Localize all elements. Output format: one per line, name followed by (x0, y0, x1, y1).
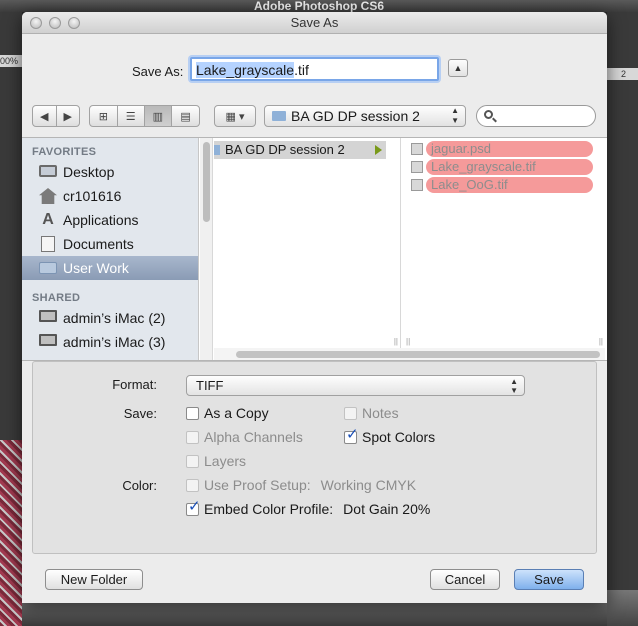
dialog-title-bar: Save As (22, 12, 607, 34)
scrollbar-thumb[interactable] (236, 351, 600, 358)
dialog-title: Save As (290, 15, 339, 30)
documents-icon (41, 236, 55, 252)
collapse-dialog-button[interactable]: ▲ (448, 59, 468, 77)
embed-color-profile-checkbox[interactable]: ✓ Embed Color Profile: Dot Gain 20% (186, 498, 431, 517)
proof-setup-value: Working CMYK (320, 477, 417, 493)
checkmark-icon: ✓ (188, 498, 201, 515)
file-item[interactable]: jaguar.psd (407, 141, 595, 157)
close-window-button[interactable] (30, 17, 42, 29)
ruler-right: 2 (607, 68, 638, 80)
scrollbar-thumb[interactable] (203, 142, 210, 222)
column-view-button[interactable]: ▥ (144, 106, 173, 126)
applications-icon: A (42, 211, 54, 228)
ruler-left: 00% (0, 55, 22, 67)
zoom-window-button[interactable] (68, 17, 80, 29)
filename-selected-text: Lake_grayscale (196, 62, 295, 78)
tif-file-icon (411, 161, 423, 173)
color-label: Color: (122, 478, 157, 493)
forward-button[interactable]: ▶ (57, 106, 80, 126)
back-forward-group: ◀ ▶ (32, 105, 80, 127)
desktop-icon (39, 165, 57, 177)
color-profile-value: Dot Gain 20% (343, 501, 431, 517)
file-item[interactable]: Lake_grayscale.tif (407, 159, 595, 175)
imac-icon (39, 310, 57, 322)
shared-heading: SHARED (32, 292, 81, 304)
save-label: Save: (123, 406, 157, 421)
list-view-button[interactable]: ☰ (118, 106, 145, 126)
canvas-image-left (0, 440, 22, 626)
spot-colors-checkbox[interactable]: ✓ Spot Colors (344, 426, 435, 445)
current-folder-label: BA GD DP session 2 (291, 108, 420, 124)
photoshop-title-bar: Adobe Photoshop CS6 (0, 0, 638, 12)
column-resize-handle[interactable]: || (394, 337, 398, 346)
arrange-button[interactable]: ▦ ▾ (215, 106, 255, 126)
sidebar-item-desktop[interactable]: Desktop (22, 160, 198, 184)
imac-icon (39, 334, 57, 346)
format-label: Format: (112, 377, 157, 392)
use-proof-setup-checkbox[interactable]: Use Proof Setup: Working CMYK (186, 477, 416, 493)
alpha-channels-checkbox[interactable]: Alpha Channels (186, 429, 303, 445)
cancel-button[interactable]: Cancel (430, 569, 500, 590)
sidebar-item-applications[interactable]: A Applications (22, 208, 198, 232)
sidebar-item-user-work[interactable]: User Work (22, 256, 198, 280)
filename-extension: .tif (294, 62, 309, 78)
minimize-window-button[interactable] (49, 17, 61, 29)
back-button[interactable]: ◀ (33, 106, 57, 126)
folder-icon (272, 111, 286, 121)
save-options-panel: Format: TIFF ▲ ▼ Save: As a Copy Notes Al… (32, 361, 597, 554)
notes-checkbox[interactable]: Notes (344, 405, 399, 421)
horizontal-scrollbar[interactable] (214, 348, 605, 360)
file-browser: FAVORITES Desktop cr101616 A Applications… (22, 137, 607, 361)
checkmark-icon: ✓ (346, 426, 359, 443)
sidebar: FAVORITES Desktop cr101616 A Applications… (22, 138, 199, 360)
favorites-heading: FAVORITES (32, 146, 97, 158)
folder-path-popup[interactable]: BA GD DP session 2 ▲ ▼ (264, 105, 466, 127)
column-resize-handle[interactable]: || (599, 337, 603, 346)
column-resize-handle[interactable]: || (406, 337, 410, 346)
new-folder-button[interactable]: New Folder (45, 569, 143, 590)
sidebar-item-home[interactable]: cr101616 (22, 184, 198, 208)
sidebar-scrollbar[interactable] (200, 138, 213, 360)
psd-file-icon (411, 143, 423, 155)
tif-file-icon (411, 179, 423, 191)
sidebar-item-imac-3[interactable]: admin’s iMac (3) (22, 330, 198, 354)
as-a-copy-checkbox[interactable]: As a Copy (186, 405, 269, 421)
filename-field[interactable]: Lake_grayscale.tif (190, 57, 439, 81)
disclosure-arrow-icon (375, 145, 382, 155)
coverflow-view-button[interactable]: ▤ (172, 106, 199, 126)
file-item[interactable]: Lake_OoG.tif (407, 177, 595, 193)
search-field[interactable] (476, 105, 596, 127)
save-as-label: Save As: (132, 64, 184, 79)
browser-column-2: jaguar.psd Lake_grayscale.tif Lake_OoG.t… (404, 138, 605, 348)
sidebar-item-documents[interactable]: Documents (22, 232, 198, 256)
sidebar-item-imac-2[interactable]: admin’s iMac (2) (22, 306, 198, 330)
save-button[interactable]: Save (514, 569, 584, 590)
home-icon (39, 188, 57, 204)
arrange-group: ▦ ▾ (214, 105, 256, 127)
save-as-dialog: Save As Save As: Lake_grayscale.tif ▲ ◀ … (22, 12, 607, 603)
canvas-image-bottom (22, 603, 607, 626)
popup-arrows-icon: ▲ ▼ (510, 377, 518, 395)
browser-column-1: BA GD DP session 2 || (214, 138, 401, 348)
folder-icon (39, 262, 57, 274)
icon-view-button[interactable]: ⊞ (90, 106, 118, 126)
view-mode-group: ⊞ ☰ ▥ ▤ (89, 105, 200, 127)
format-select[interactable]: TIFF ▲ ▼ (186, 375, 525, 396)
format-value: TIFF (196, 378, 224, 393)
folder-item[interactable]: BA GD DP session 2 (214, 141, 386, 159)
layers-checkbox[interactable]: Layers (186, 453, 246, 469)
canvas-image-right (607, 590, 638, 626)
popup-arrows-icon: ▲ ▼ (451, 106, 459, 125)
folder-icon (214, 145, 220, 155)
app-title: Adobe Photoshop CS6 (254, 0, 384, 12)
app-background-right (607, 12, 638, 626)
